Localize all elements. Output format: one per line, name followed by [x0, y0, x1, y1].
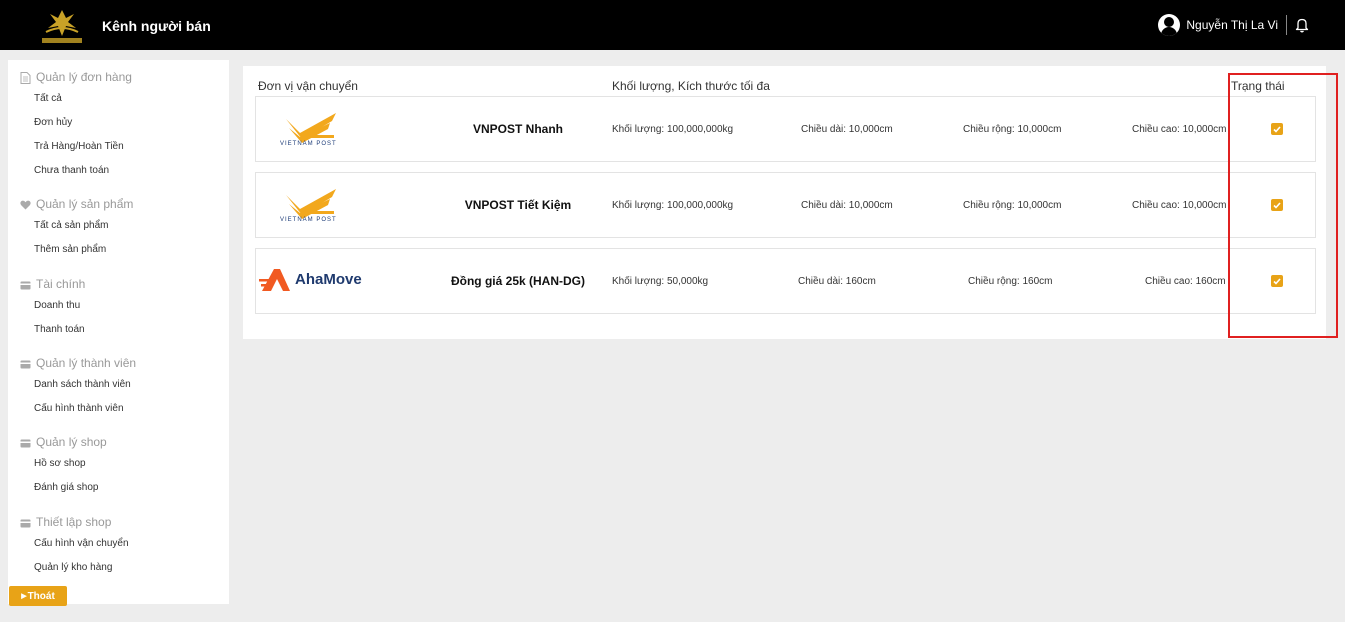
- logo-text: VIETNAM POST: [280, 217, 337, 223]
- header-limits: Khối lượng, Kích thước tối đa: [612, 79, 770, 93]
- sidebar-section-members[interactable]: Quản lý thành viên: [20, 356, 136, 370]
- sidebar: Quản lý đơn hàng Tất cả Đơn hủy Trả Hàng…: [8, 60, 229, 604]
- spec-height: Chiều cao: 10,000cm: [1132, 199, 1227, 211]
- document-icon: [20, 72, 31, 84]
- card-icon: [20, 437, 31, 448]
- table-row: VIETNAM POST VNPOST Tiết Kiệm Khối lượng…: [255, 172, 1316, 238]
- spec-height: Chiều cao: 10,000cm: [1132, 123, 1227, 135]
- logout-label: Thoát: [27, 590, 55, 602]
- sidebar-item-all-orders[interactable]: Tất cả: [34, 93, 62, 104]
- spec-length: Chiều dài: 10,000cm: [801, 123, 893, 135]
- spec-width: Chiều rộng: 10,000cm: [963, 123, 1062, 135]
- sidebar-item-payment[interactable]: Thanh toán: [34, 324, 85, 335]
- vnpost-logo: VIETNAM POST: [256, 97, 396, 161]
- sidebar-item-warehouse[interactable]: Quản lý kho hàng: [34, 562, 112, 573]
- sidebar-item-member-list[interactable]: Danh sách thành viên: [34, 379, 131, 390]
- heart-icon: [20, 199, 31, 210]
- section-label: Quản lý shop: [36, 435, 107, 449]
- vnpost-logo: VIETNAM POST: [256, 173, 396, 237]
- logout-button[interactable]: ▶ Thoát: [9, 586, 67, 606]
- section-label: Thiết lập shop: [36, 515, 112, 529]
- section-label: Tài chính: [36, 277, 86, 291]
- sidebar-item-shop-reviews[interactable]: Đánh giá shop: [34, 482, 99, 493]
- sidebar-item-member-config[interactable]: Cấu hình thành viên: [34, 403, 124, 414]
- sidebar-item-all-products[interactable]: Tất cả sản phẩm: [34, 220, 108, 231]
- spec-length: Chiều dài: 10,000cm: [801, 199, 893, 211]
- top-header: Kênh người bán Nguyễn Thị La Vi: [0, 0, 1345, 50]
- spec-height: Chiều cao: 160cm: [1145, 275, 1226, 287]
- header-title: Kênh người bán: [102, 18, 211, 34]
- brand[interactable]: Kênh người bán: [36, 6, 211, 46]
- card-icon: [20, 517, 31, 528]
- section-label: Quản lý đơn hàng: [36, 70, 132, 84]
- spec-length: Chiều dài: 160cm: [798, 275, 876, 287]
- avatar[interactable]: [1158, 14, 1181, 36]
- card-icon: [20, 279, 31, 290]
- logo-text: VIETNAM POST: [280, 141, 337, 147]
- table-row: VIETNAM POST VNPOST Nhanh Khối lượng: 10…: [255, 96, 1316, 162]
- status-column-highlight: [1228, 73, 1338, 338]
- spec-weight: Khối lượng: 50,000kg: [612, 275, 709, 287]
- section-label: Quản lý sản phẩm: [36, 197, 134, 211]
- sidebar-section-settings[interactable]: Thiết lập shop: [20, 515, 111, 529]
- spec-width: Chiều rộng: 160cm: [968, 275, 1053, 287]
- spec-width: Chiều rộng: 10,000cm: [963, 199, 1062, 211]
- header-carrier: Đơn vị vận chuyển: [258, 79, 358, 93]
- header-divider: [1286, 15, 1287, 35]
- spec-weight: Khối lượng: 100,000,000kg: [612, 199, 734, 211]
- sidebar-item-unpaid[interactable]: Chưa thanh toán: [34, 165, 109, 176]
- user-area: Nguyễn Thị La Vi: [1158, 0, 1309, 50]
- ahamove-logo: AhaMove: [256, 249, 396, 313]
- sidebar-item-returns[interactable]: Trả Hàng/Hoàn Tiền: [34, 141, 124, 152]
- spec-weight: Khối lượng: 100,000,000kg: [612, 123, 734, 135]
- card-icon: [20, 358, 31, 369]
- user-name[interactable]: Nguyễn Thị La Vi: [1186, 18, 1284, 32]
- shop-logo[interactable]: [36, 6, 88, 46]
- sidebar-section-shop[interactable]: Quản lý shop: [20, 435, 107, 449]
- sidebar-item-shop-profile[interactable]: Hồ sơ shop: [34, 458, 86, 469]
- sidebar-item-add-product[interactable]: Thêm sản phẩm: [34, 244, 106, 255]
- service-name: VNPOST Tiết Kiệm: [464, 198, 572, 212]
- sidebar-item-revenue[interactable]: Doanh thu: [34, 300, 80, 311]
- play-icon: ▶: [21, 593, 27, 600]
- bell-icon[interactable]: [1295, 17, 1309, 33]
- service-name: Đồng giá 25k (HAN-DG): [450, 274, 585, 288]
- sidebar-section-finance[interactable]: Tài chính: [20, 277, 85, 291]
- table-row: AhaMove Đồng giá 25k (HAN-DG) Khối lượng…: [255, 248, 1316, 314]
- sidebar-item-shipping-config[interactable]: Cấu hình vận chuyển: [34, 538, 129, 549]
- sidebar-section-products[interactable]: Quản lý sản phẩm: [20, 197, 133, 211]
- section-label: Quản lý thành viên: [36, 356, 137, 370]
- shipping-panel: Đơn vị vận chuyển Khối lượng, Kích thước…: [243, 66, 1326, 339]
- sidebar-section-orders[interactable]: Quản lý đơn hàng: [20, 70, 132, 84]
- logo-text: AhaMove: [295, 271, 362, 288]
- sidebar-item-cancelled[interactable]: Đơn hủy: [34, 117, 72, 128]
- service-name: VNPOST Nhanh: [472, 122, 563, 136]
